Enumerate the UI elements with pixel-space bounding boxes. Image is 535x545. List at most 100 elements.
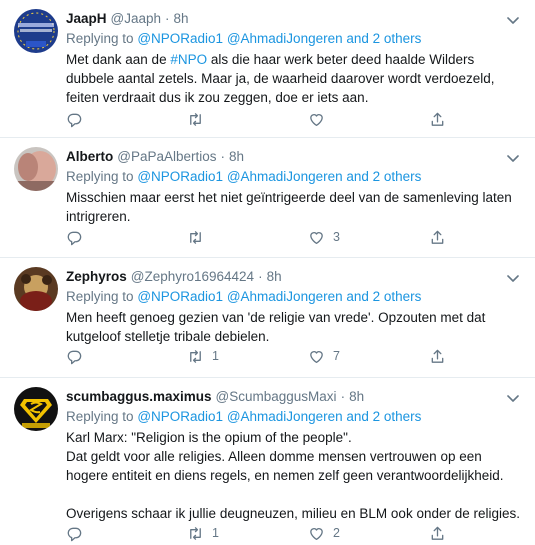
others-link[interactable]: and 2 others xyxy=(346,289,421,304)
author-handle[interactable]: @ScumbaggusMaxi xyxy=(216,388,337,406)
tweet[interactable]: JaapH @Jaaph · 8h Replying to @NPORadio1… xyxy=(0,0,535,138)
timestamp[interactable]: 8h xyxy=(229,148,244,166)
tweet-actions: 1 2 xyxy=(66,524,446,542)
avatar[interactable] xyxy=(14,267,58,311)
heart-icon xyxy=(310,113,323,126)
replying-prefix: Replying to xyxy=(66,409,134,424)
heart-icon xyxy=(310,527,323,540)
reply-icon xyxy=(67,231,82,245)
author-handle[interactable]: @Jaaph xyxy=(111,10,162,28)
share-button[interactable] xyxy=(429,347,446,365)
tweet-header: Alberto @PaPaAlbertios · 8h xyxy=(66,148,521,166)
tweet[interactable]: Alberto @PaPaAlbertios · 8h Replying to … xyxy=(0,138,535,258)
timestamp[interactable]: 8h xyxy=(174,10,189,28)
mention-link[interactable]: @AhmadiJongeren xyxy=(227,289,343,304)
chevron-down-icon[interactable] xyxy=(505,12,521,28)
tweet-text: Men heeft genoeg gezien van 'de religie … xyxy=(66,310,490,344)
tweet-actions: 1 7 xyxy=(66,347,446,365)
others-link[interactable]: and 2 others xyxy=(346,31,421,46)
avatar[interactable] xyxy=(14,9,58,53)
tweet-actions xyxy=(66,110,446,128)
like-button[interactable]: 2 xyxy=(308,524,429,542)
others-link[interactable]: and 2 others xyxy=(346,409,421,424)
heart-icon xyxy=(310,231,323,244)
retweet-count: 1 xyxy=(212,526,219,540)
replying-to: Replying to @NPORadio1 @AhmadiJongeren a… xyxy=(66,168,521,186)
mention-link[interactable]: @AhmadiJongeren xyxy=(227,169,343,184)
share-button[interactable] xyxy=(429,524,446,542)
reply-button[interactable] xyxy=(66,524,187,542)
replying-prefix: Replying to xyxy=(66,169,134,184)
tweet-content: Alberto @PaPaAlbertios · 8h Replying to … xyxy=(66,148,521,226)
heart-icon xyxy=(310,350,323,363)
author-name[interactable]: Alberto xyxy=(66,148,113,166)
like-button[interactable] xyxy=(308,110,429,128)
tweet-actions: 3 xyxy=(66,228,446,246)
reply-icon xyxy=(67,350,82,364)
tweet-feed: JaapH @Jaaph · 8h Replying to @NPORadio1… xyxy=(0,0,535,545)
tweet-header: JaapH @Jaaph · 8h xyxy=(66,10,521,28)
avatar-image xyxy=(14,387,58,431)
reply-button[interactable] xyxy=(66,228,187,246)
mention-link[interactable]: @AhmadiJongeren xyxy=(227,31,343,46)
timestamp[interactable]: 8h xyxy=(267,268,282,286)
others-link[interactable]: and 2 others xyxy=(346,169,421,184)
replying-to: Replying to @NPORadio1 @AhmadiJongeren a… xyxy=(66,408,521,426)
mention-link[interactable]: @NPORadio1 xyxy=(137,409,223,424)
retweet-count: 1 xyxy=(212,349,219,363)
chevron-down-icon[interactable] xyxy=(505,390,521,406)
timestamp[interactable]: 8h xyxy=(349,388,364,406)
retweet-icon xyxy=(190,112,201,126)
tweet-text: Met dank aan de #NPO als die haar werk b… xyxy=(66,50,521,107)
like-count: 2 xyxy=(333,526,340,540)
retweet-button[interactable] xyxy=(187,110,308,128)
retweet-button[interactable] xyxy=(187,228,308,246)
share-icon xyxy=(431,349,444,363)
mention-link[interactable]: @NPORadio1 xyxy=(137,31,223,46)
author-name[interactable]: JaapH xyxy=(66,10,107,28)
mention-link[interactable]: @NPORadio1 xyxy=(137,289,223,304)
chevron-down-icon[interactable] xyxy=(505,270,521,286)
tweet-header: scumbaggus.maximus @ScumbaggusMaxi · 8h xyxy=(66,388,521,406)
like-button[interactable]: 7 xyxy=(308,347,429,365)
avatar[interactable] xyxy=(14,387,58,431)
reply-icon xyxy=(67,527,82,541)
author-handle[interactable]: @Zephyro16964424 xyxy=(131,268,254,286)
share-icon xyxy=(431,526,444,540)
reply-button[interactable] xyxy=(66,110,187,128)
share-button[interactable] xyxy=(429,228,446,246)
retweet-button[interactable]: 1 xyxy=(187,524,308,542)
share-button[interactable] xyxy=(429,110,446,128)
replying-to: Replying to @NPORadio1 @AhmadiJongeren a… xyxy=(66,288,521,306)
hashtag-link[interactable]: #NPO xyxy=(170,52,207,67)
avatar[interactable] xyxy=(14,147,58,191)
tweet-content: scumbaggus.maximus @ScumbaggusMaxi · 8h … xyxy=(66,388,521,523)
author-handle[interactable]: @PaPaAlbertios xyxy=(117,148,216,166)
reply-button[interactable] xyxy=(66,347,187,365)
avatar-image xyxy=(14,9,58,53)
replying-prefix: Replying to xyxy=(66,289,134,304)
tweet[interactable]: scumbaggus.maximus @ScumbaggusMaxi · 8h … xyxy=(0,378,535,545)
chevron-down-icon[interactable] xyxy=(505,150,521,166)
author-name[interactable]: Zephyros xyxy=(66,268,127,286)
mention-link[interactable]: @AhmadiJongeren xyxy=(227,409,343,424)
share-icon xyxy=(431,112,444,126)
author-name[interactable]: scumbaggus.maximus xyxy=(66,388,212,406)
separator: · xyxy=(165,11,170,26)
avatar-image xyxy=(14,267,58,311)
tweet-text: Misschien maar eerst het niet geïntrigee… xyxy=(66,190,516,224)
separator: · xyxy=(258,269,263,284)
tweet-content: Zephyros @Zephyro16964424 · 8h Replying … xyxy=(66,268,521,346)
retweet-icon xyxy=(190,349,201,363)
like-count: 7 xyxy=(333,349,340,363)
tweet[interactable]: Zephyros @Zephyro16964424 · 8h Replying … xyxy=(0,258,535,378)
retweet-icon xyxy=(190,526,201,540)
mention-link[interactable]: @NPORadio1 xyxy=(137,169,223,184)
like-button[interactable]: 3 xyxy=(308,228,429,246)
share-icon xyxy=(431,230,444,244)
avatar-image xyxy=(14,147,58,191)
tweet-text: Karl Marx: "Religion is the opium of the… xyxy=(66,430,521,521)
retweet-button[interactable]: 1 xyxy=(187,347,308,365)
replying-to: Replying to @NPORadio1 @AhmadiJongeren a… xyxy=(66,30,521,48)
separator: · xyxy=(340,389,346,404)
